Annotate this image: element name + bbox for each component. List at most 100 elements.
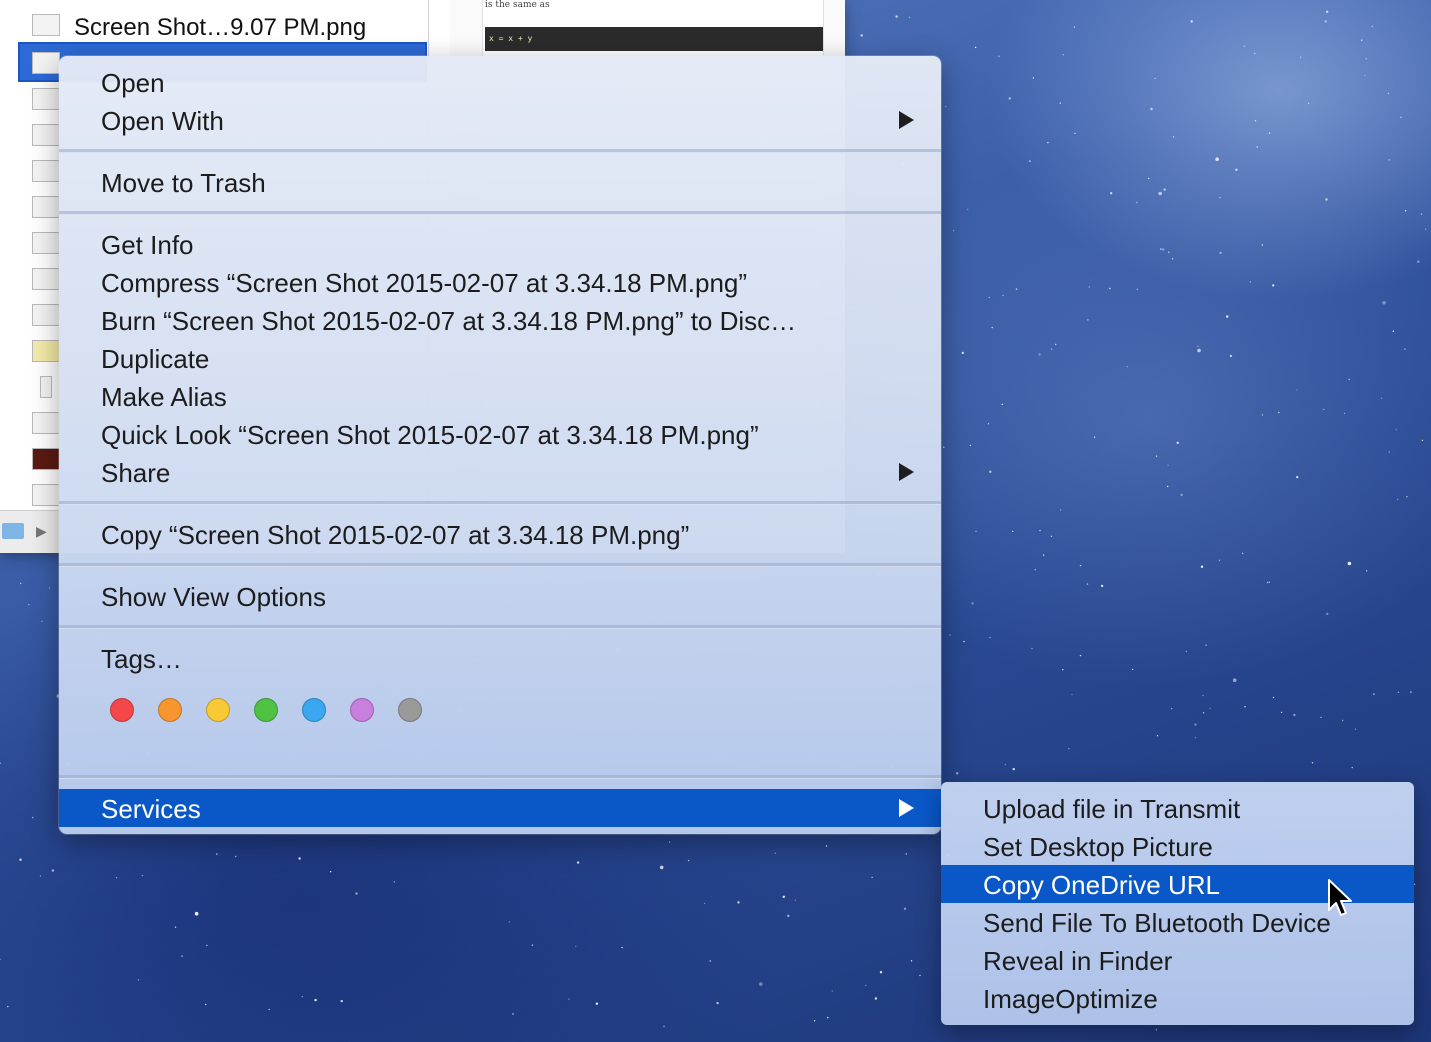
submenu-item-imageoptimize[interactable]: ImageOptimize (941, 979, 1414, 1017)
star (48, 587, 50, 589)
star (1086, 583, 1089, 585)
star (1413, 883, 1416, 885)
star (1202, 712, 1205, 714)
star (908, 16, 911, 18)
menu-item-burn[interactable]: Burn “Screen Shot 2015-02-07 at 3.34.18 … (59, 301, 941, 339)
menu-separator (59, 625, 941, 629)
star (1029, 160, 1031, 162)
file-thumbnail-icon (32, 412, 60, 434)
star (1326, 10, 1329, 13)
star (1150, 107, 1153, 111)
star (1256, 146, 1258, 148)
menu-separator (59, 149, 941, 153)
star (115, 877, 118, 879)
star (1324, 20, 1327, 23)
tag-purple-icon[interactable] (350, 698, 374, 722)
submenu-item-reveal-in-finder[interactable]: Reveal in Finder (941, 941, 1414, 979)
star (174, 926, 177, 928)
menu-item-services[interactable]: Services (59, 789, 941, 827)
star (568, 998, 570, 1000)
submenu-arrow-icon (899, 111, 914, 129)
star (1272, 696, 1275, 699)
tag-red-icon[interactable] (110, 698, 134, 722)
star (1136, 288, 1138, 290)
file-thumbnail-icon (32, 88, 60, 110)
menu-item-open[interactable]: Open (59, 63, 941, 101)
star (1397, 498, 1399, 501)
menu-item-label: Tags… (101, 644, 182, 674)
star (531, 944, 534, 946)
menu-item-tags[interactable]: Tags… (59, 639, 941, 677)
star (687, 859, 690, 862)
star (1068, 747, 1070, 750)
menu-item-compress[interactable]: Compress “Screen Shot 2015-02-07 at 3.34… (59, 263, 941, 301)
star (975, 530, 977, 533)
star (1180, 493, 1183, 497)
submenu-item-label: Set Desktop Picture (983, 832, 1213, 862)
menu-item-label: Move to Trash (101, 168, 266, 198)
star (967, 208, 969, 211)
star (1387, 92, 1390, 95)
star (961, 351, 964, 355)
star (508, 921, 511, 923)
menu-item-quick-look[interactable]: Quick Look “Screen Shot 2015-02-07 at 3.… (59, 415, 941, 453)
tag-orange-icon[interactable] (158, 698, 182, 722)
menu-item-share[interactable]: Share (59, 453, 941, 491)
star (703, 902, 706, 905)
star (971, 602, 974, 605)
star (1278, 411, 1280, 414)
menu-item-get-info[interactable]: Get Info (59, 225, 941, 263)
submenu-item-label: Upload file in Transmit (983, 794, 1241, 824)
tag-blue-icon[interactable] (302, 698, 326, 722)
star (903, 907, 907, 910)
star (709, 960, 711, 962)
star (1205, 644, 1207, 646)
submenu-item-label: ImageOptimize (983, 984, 1158, 1014)
menu-item-label: Show View Options (101, 582, 326, 612)
star (1194, 736, 1197, 739)
star (668, 841, 671, 843)
file-row[interactable]: Screen Shot…9.07 PM.png (20, 6, 425, 42)
star (298, 857, 301, 860)
folder-icon[interactable] (2, 523, 24, 539)
star (1190, 20, 1193, 23)
menu-item-open-with[interactable]: Open With (59, 101, 941, 139)
star (1410, 691, 1412, 693)
star (575, 945, 577, 947)
star (1272, 284, 1275, 287)
star (737, 901, 740, 904)
star (0, 958, 1, 961)
tag-green-icon[interactable] (254, 698, 278, 722)
submenu-item-set-desktop-picture[interactable]: Set Desktop Picture (941, 827, 1414, 865)
menu-item-label: Compress “Screen Shot 2015-02-07 at 3.34… (101, 268, 748, 298)
submenu-item-upload-transmit[interactable]: Upload file in Transmit (941, 789, 1414, 827)
menu-item-copy[interactable]: Copy “Screen Shot 2015-02-07 at 3.34.18 … (59, 515, 941, 553)
tag-yellow-icon[interactable] (206, 698, 230, 722)
star (1015, 288, 1018, 290)
menu-item-make-alias[interactable]: Make Alias (59, 377, 941, 415)
star (1031, 647, 1033, 650)
file-thumbnail-icon (32, 268, 60, 290)
star (1300, 56, 1302, 58)
star (989, 636, 991, 639)
star (1293, 713, 1296, 717)
menu-item-show-view-options[interactable]: Show View Options (59, 577, 941, 615)
star (974, 46, 977, 49)
tag-gray-icon[interactable] (398, 698, 422, 722)
star (782, 895, 785, 898)
menu-item-duplicate[interactable]: Duplicate (59, 339, 941, 377)
menu-item-move-to-trash[interactable]: Move to Trash (59, 163, 941, 201)
star (1218, 559, 1221, 561)
star (621, 946, 623, 949)
star (1162, 248, 1165, 251)
star (1012, 767, 1015, 771)
star (1093, 436, 1096, 438)
star (1073, 26, 1076, 28)
star (1261, 244, 1264, 246)
star (1032, 77, 1035, 79)
star (1388, 451, 1390, 453)
star (1200, 565, 1204, 568)
star (1168, 251, 1170, 253)
star (1249, 281, 1252, 283)
star (1043, 554, 1045, 556)
